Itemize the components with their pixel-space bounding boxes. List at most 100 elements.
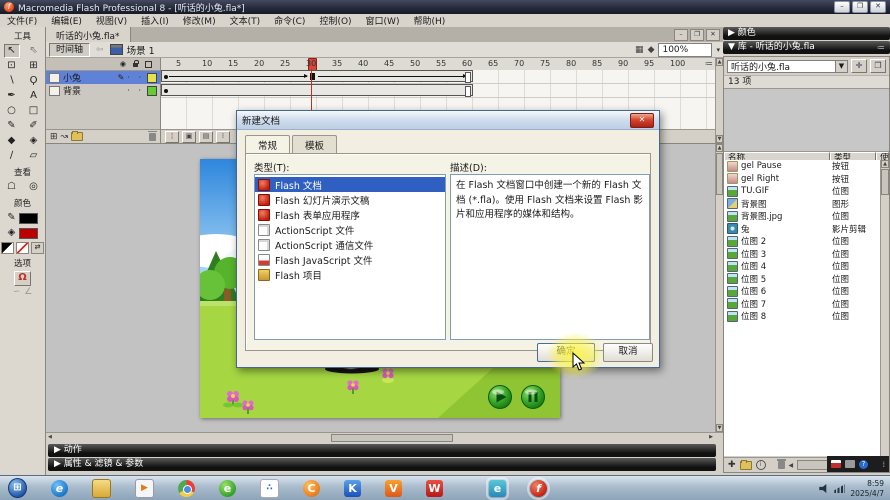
zoom-level-input[interactable]: 100%	[658, 42, 713, 57]
pencil-tool[interactable]: ✎	[4, 119, 20, 133]
text-tool[interactable]: A	[26, 89, 42, 103]
doc-close-button[interactable]: ✕	[706, 29, 720, 41]
library-item[interactable]: 位图 4 位图	[724, 260, 880, 273]
layer-outline-color[interactable]	[147, 85, 157, 96]
library-panel-header[interactable]: ▼ 库 - 听话的小兔.fla ≔	[723, 41, 890, 54]
app-circles-icon[interactable]: ∴	[260, 478, 279, 498]
document-type-item[interactable]: Flash 项目	[255, 267, 445, 282]
smooth-option-button[interactable]: ∽	[13, 287, 21, 297]
frame-view-menu-icon[interactable]: ≔	[705, 59, 713, 68]
item-properties-button[interactable]: i	[755, 460, 766, 470]
menu-item[interactable]: 文件(F)	[0, 14, 44, 27]
frame-row-rabbit[interactable]	[161, 70, 715, 84]
new-symbol-button[interactable]: ✚	[728, 460, 736, 470]
menu-item[interactable]: 修改(M)	[176, 14, 223, 27]
scroll-up-icon[interactable]: ▲	[881, 160, 889, 168]
kingsoft-icon[interactable]: K	[344, 479, 361, 497]
360-browser-icon[interactable]: e	[219, 479, 236, 497]
cancel-button[interactable]: 取消	[603, 343, 653, 362]
default-colors-button[interactable]	[1, 242, 14, 254]
snap-to-objects-button[interactable]: Ω	[14, 271, 31, 286]
layer-visibility-dots[interactable]: · ·	[127, 86, 144, 95]
document-type-item[interactable]: Flash 幻灯片演示文稿	[255, 192, 445, 207]
library-item[interactable]: gel Pause 按钮	[724, 160, 880, 173]
insert-layer-button[interactable]: ⊞	[50, 132, 58, 142]
edit-symbols-icon[interactable]: ◆	[648, 45, 655, 55]
edit-multiple-frames-button[interactable]: ⁞	[216, 130, 230, 143]
scroll-left-icon[interactable]: ◀	[48, 434, 52, 440]
doc-minimize-button[interactable]: –	[674, 29, 688, 41]
delete-layer-button[interactable]	[148, 130, 157, 141]
fill-color-swatch[interactable]	[19, 227, 38, 239]
onion-skin-button[interactable]: ▣	[182, 130, 196, 143]
library-item[interactable]: 位图 6 位图	[724, 285, 880, 298]
onion-skin-outlines-button[interactable]: ▤	[199, 130, 213, 143]
close-button[interactable]: ✕	[870, 1, 886, 13]
straighten-option-button[interactable]: ∠	[24, 287, 32, 297]
ie-icon[interactable]: e	[51, 479, 68, 497]
scrollbar-thumb[interactable]	[331, 434, 453, 442]
timeline-toggle-button[interactable]: 时间轴	[49, 42, 91, 57]
liebao-browser-icon[interactable]: C	[303, 479, 320, 497]
library-item[interactable]: 背景图.jpg 位图	[724, 210, 880, 223]
menu-item[interactable]: 视图(V)	[89, 14, 134, 27]
brush-tool[interactable]: ✐	[26, 119, 42, 133]
new-folder-button[interactable]	[739, 459, 752, 470]
library-item[interactable]: 背景图 图形	[724, 198, 880, 211]
scrollbar-thumb[interactable]	[881, 169, 889, 195]
actions-panel-header[interactable]: ▶ 动作	[48, 444, 716, 457]
layer-row[interactable]: 背景 · ·	[46, 84, 160, 97]
chrome-icon[interactable]	[178, 479, 195, 497]
add-motion-guide-button[interactable]: ↝	[61, 132, 69, 142]
zoom-dropdown-icon[interactable]: ▾	[716, 46, 720, 54]
panel-menu-icon[interactable]: ≔	[877, 41, 885, 54]
show-hide-layers-icon[interactable]: ◉	[120, 60, 126, 68]
library-document-select[interactable]: 听话的小兔.fla ▼	[727, 59, 848, 73]
keyboard-icon[interactable]	[845, 460, 855, 468]
layer-visibility-dots[interactable]: · ·	[127, 73, 144, 82]
paint-bucket-tool[interactable]: ◈	[26, 134, 42, 148]
reference-doc-icon[interactable]	[831, 460, 841, 468]
chevron-down-icon[interactable]: ▼	[835, 60, 847, 72]
frame-row-background[interactable]	[161, 84, 715, 98]
scroll-down-icon[interactable]: ▼	[716, 424, 723, 432]
center-frame-button[interactable]: ¦	[165, 130, 179, 143]
menu-item[interactable]: 插入(I)	[134, 14, 176, 27]
insert-layer-folder-button[interactable]	[71, 131, 84, 141]
lasso-tool[interactable]: Ϙ	[26, 74, 42, 88]
pin-library-button[interactable]: ✛	[851, 59, 867, 73]
zoom-tool[interactable]: ◎	[26, 180, 42, 194]
scrollbar-thumb[interactable]	[716, 153, 723, 195]
frame-span[interactable]	[161, 70, 473, 83]
file-explorer-icon[interactable]	[92, 478, 111, 498]
document-type-item[interactable]: Flash JavaScript 文件	[255, 252, 445, 267]
scroll-right-icon[interactable]: ▶	[709, 434, 713, 440]
dialog-titlebar[interactable]: 新建文档 ✕	[237, 111, 659, 130]
document-type-item[interactable]: ActionScript 通信文件	[255, 237, 445, 252]
color-panel-header[interactable]: ▶ 颜色	[723, 27, 890, 40]
library-item[interactable]: TU.GIF 位图	[724, 185, 880, 198]
new-library-window-button[interactable]: ❐	[870, 59, 886, 73]
v-office-icon[interactable]: V	[385, 479, 402, 497]
no-color-button[interactable]	[16, 242, 29, 254]
selection-tool[interactable]: ↖	[3, 44, 20, 58]
eraser-tool[interactable]: ▱	[26, 149, 42, 163]
back-arrow-icon[interactable]: ⇦	[96, 45, 104, 55]
flash-app-icon[interactable]: f	[527, 476, 550, 500]
library-item[interactable]: gel Right 按钮	[724, 173, 880, 186]
eyedropper-tool[interactable]: ∕	[4, 149, 20, 163]
scroll-up-icon[interactable]: ▲	[716, 144, 723, 152]
menu-item[interactable]: 命令(C)	[267, 14, 312, 27]
stroke-color-swatch[interactable]	[19, 212, 38, 224]
stage-vertical-scrollbar[interactable]: ▲ ▼	[715, 144, 723, 432]
hand-tool[interactable]: ☖	[4, 180, 20, 194]
subselection-tool[interactable]: ⇖	[26, 44, 42, 58]
edit-scene-icon[interactable]: ▦	[635, 45, 644, 55]
free-transform-tool[interactable]: ⊡	[4, 59, 20, 73]
network-signal-icon[interactable]	[834, 484, 846, 493]
document-type-item[interactable]: Flash 文档	[255, 177, 445, 192]
gradient-transform-tool[interactable]: ⊞	[26, 59, 42, 73]
outline-layers-icon[interactable]	[145, 60, 152, 68]
library-item[interactable]: 位图 5 位图	[724, 273, 880, 286]
start-button[interactable]: ⊞	[8, 478, 27, 498]
